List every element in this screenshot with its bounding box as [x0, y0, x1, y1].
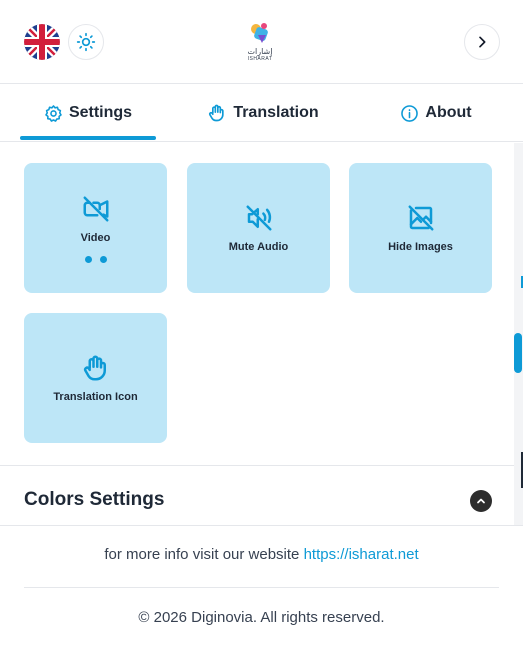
website-link[interactable]: https://isharat.net [304, 546, 419, 563]
next-button[interactable] [464, 24, 500, 60]
gear-icon [45, 104, 62, 122]
loading-dot [99, 255, 107, 263]
language-button[interactable] [24, 24, 60, 60]
loading-dot [84, 255, 92, 263]
uk-flag-icon [24, 24, 60, 60]
isharat-logo: إشارات ISHARAT [240, 21, 280, 63]
settings-panel: إشارات ISHARAT Settings Translation Abou… [0, 0, 523, 647]
logo-text-english: ISHARAT [247, 56, 273, 62]
translation-icon-card[interactable]: Translation Icon [24, 313, 167, 443]
chevron-up-icon [477, 498, 485, 504]
video-card-label: Video [80, 231, 111, 244]
tab-settings[interactable]: Settings [20, 85, 156, 141]
hide-images-card[interactable]: Hide Images [349, 163, 492, 293]
translation-icon-card-label: Translation Icon [53, 391, 138, 403]
tab-translation[interactable]: Translation [196, 85, 330, 141]
section-divider [0, 465, 515, 466]
footer: for more info visit our website https://… [0, 525, 523, 647]
mute-audio-card[interactable]: Mute Audio [187, 163, 330, 293]
settings-content: Video Mute Audio Hide Images Translation… [0, 143, 515, 525]
volume-off-icon [246, 205, 271, 231]
tab-bar: Settings Translation About [0, 85, 523, 142]
video-toggle-card[interactable]: Video [24, 163, 167, 293]
video-off-icon [83, 196, 108, 221]
scrollbar-thumb[interactable] [514, 333, 522, 373]
tab-settings-label: Settings [68, 104, 133, 121]
mute-audio-card-label: Mute Audio [228, 241, 289, 253]
colors-settings-toggle[interactable] [470, 490, 492, 512]
footer-info: for more info visit our website https://… [0, 546, 523, 563]
active-tab-indicator [20, 136, 156, 140]
sun-icon [76, 32, 96, 52]
info-icon [401, 104, 419, 122]
footer-info-text: for more info visit our website [104, 546, 304, 563]
tab-about-label: About [425, 104, 472, 121]
header: إشارات ISHARAT [0, 0, 523, 84]
theme-toggle-button[interactable] [68, 24, 104, 60]
tab-about[interactable]: About [376, 85, 496, 141]
hide-images-card-label: Hide Images [388, 241, 453, 253]
footer-divider [24, 587, 499, 588]
copyright-text: © 2026 Diginovia. All rights reserved. [138, 609, 385, 626]
tab-translation-label: Translation [233, 104, 319, 121]
hand-icon [209, 104, 224, 122]
logo-mark-icon [251, 23, 268, 43]
chevron-right-icon [479, 36, 486, 48]
logo-text-arabic: إشارات [247, 47, 273, 56]
hand-icon [83, 355, 106, 381]
image-off-icon [408, 205, 433, 231]
loading-dots [84, 255, 107, 263]
colors-settings-title: Colors Settings [24, 489, 165, 510]
